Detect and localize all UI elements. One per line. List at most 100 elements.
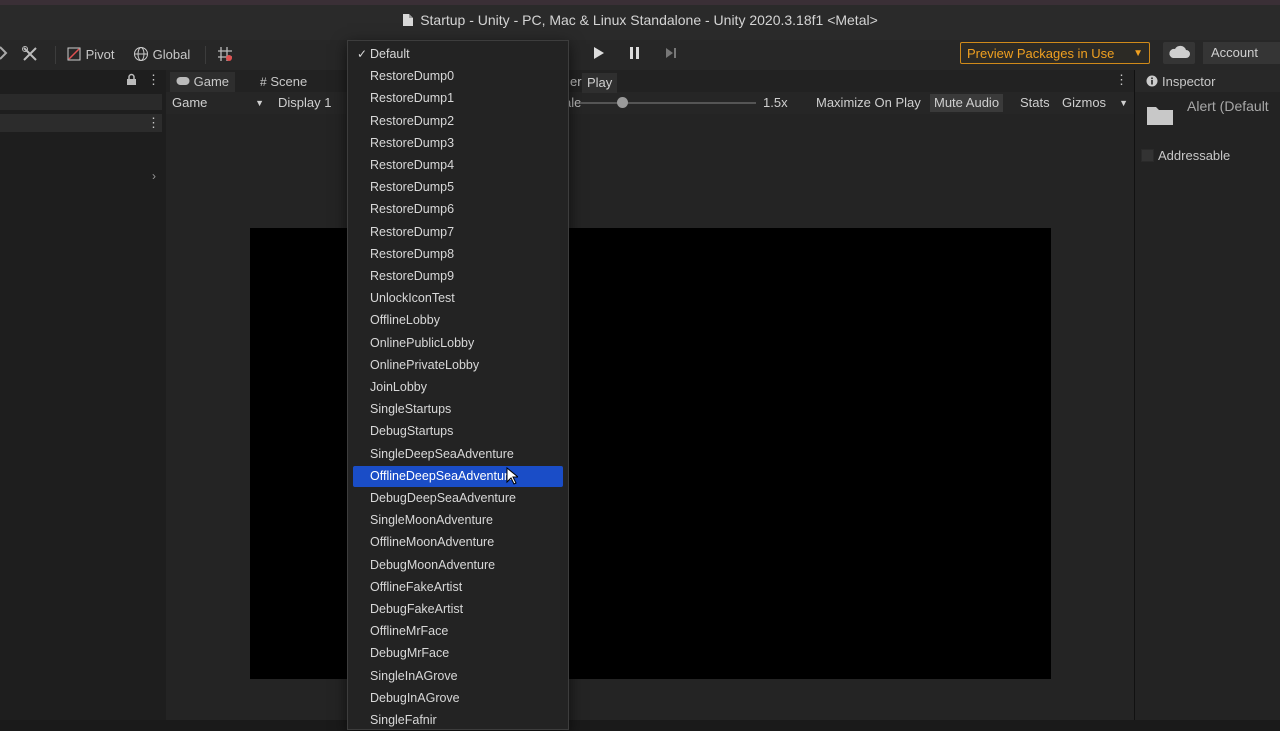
mute-audio-label: Mute Audio [934,95,1000,110]
scale-slider-thumb[interactable] [617,97,628,108]
tab-game-label: Game [193,74,230,89]
dropdown-item[interactable]: RestoreDump6 [353,199,563,220]
dropdown-item-label: OfflineDeepSeaAdventure [370,468,516,483]
dropdown-item[interactable]: SingleFafnir [353,710,563,731]
dropdown-item-label: SingleStartups [370,402,452,417]
dropdown-item-label: OfflineFakeArtist [370,579,463,594]
dropdown-item-label: RestoreDump0 [370,69,455,84]
dropdown-item[interactable]: RestoreDump0 [353,66,563,87]
title-bar: Startup - Unity - PC, Mac & Linux Standa… [0,0,1280,40]
dropdown-item[interactable]: DebugStartups [353,421,563,442]
dropdown-item[interactable]: OfflineFakeArtist [353,577,563,598]
addressable-checkbox[interactable] [1141,149,1154,162]
pause-button[interactable] [628,45,642,65]
dropdown-item[interactable]: OfflineMrFace [353,621,563,642]
dropdown-item[interactable]: SingleInAGrove [353,666,563,687]
dropdown-item-label: UnlockIconTest [370,291,455,306]
hierarchy-search-input[interactable] [0,94,162,110]
dropdown-item-label: Default [370,47,410,61]
gizmos-dropdown[interactable]: Gizmos ▼ [1062,94,1128,112]
play-tooltip: Play [582,73,618,93]
dropdown-item[interactable]: DebugInAGrove [353,688,563,709]
dropdown-item[interactable]: DebugMoonAdventure [353,555,563,576]
dropdown-item[interactable]: RestoreDump7 [353,222,563,243]
dropdown-item-label: SingleInAGrove [370,668,458,683]
dropdown-item[interactable]: JoinLobby [353,377,563,398]
chevron-down-icon: ▼ [255,98,264,108]
dropdown-item[interactable]: SingleMoonAdventure [353,510,563,531]
more-menu-icon[interactable]: ⋮ [147,115,160,131]
play-button[interactable] [592,45,606,65]
folder-icon [1146,104,1174,131]
account-label: Account [1211,45,1258,60]
dropdown-item[interactable]: DebugMrFace [353,643,563,664]
scale-value: 1.5x [763,95,788,110]
document-icon [402,13,414,30]
mute-audio-toggle[interactable]: Mute Audio [930,94,1004,112]
dropdown-item[interactable]: RestoreDump8 [353,244,563,265]
dropdown-item[interactable]: OnlinePublicLobby [353,333,563,354]
stats-toggle[interactable]: Stats [1020,94,1050,112]
scale-slider-track[interactable] [580,102,756,104]
dropdown-item[interactable]: UnlockIconTest [353,288,563,309]
global-button[interactable]: Global [133,45,190,65]
preview-packages-button[interactable]: Preview Packages in Use ▼ [960,42,1150,64]
transform-tool-icon[interactable] [0,45,8,65]
lock-icon[interactable] [126,73,137,91]
step-button[interactable] [664,45,678,65]
dropdown-item[interactable]: RestoreDump5 [353,177,563,198]
dropdown-item[interactable]: OfflineMoonAdventure [353,532,563,553]
dropdown-item[interactable]: SingleDeepSeaAdventure [353,444,563,465]
dropdown-item[interactable]: DebugFakeArtist [353,599,563,620]
dropdown-item-label: RestoreDump7 [370,224,455,239]
dropdown-item[interactable]: RestoreDump1 [353,88,563,109]
dropdown-item[interactable]: RestoreDump2 [353,111,563,132]
dropdown-item[interactable]: RestoreDump9 [353,266,563,287]
account-dropdown[interactable]: Account [1203,42,1280,64]
dropdown-item[interactable]: RestoreDump4 [353,155,563,176]
maximize-on-play-toggle[interactable]: Maximize On Play [816,94,921,112]
dropdown-item[interactable]: OnlinePrivateLobby [353,355,563,376]
more-menu-icon[interactable]: ⋮ [147,72,160,88]
tab-game[interactable]: Game [170,72,236,92]
dropdown-item[interactable]: OfflineLobby [353,310,563,331]
game-view-select[interactable]: Game ▼ [172,94,264,112]
maximize-on-play-label: Maximize On Play [816,95,921,110]
dropdown-item-label: OfflineMoonAdventure [370,535,495,550]
more-menu-icon[interactable]: ⋮ [1115,72,1128,88]
dropdown-item-label: SingleDeepSeaAdventure [370,446,514,461]
chevron-down-icon: ▼ [1119,98,1128,108]
display-select[interactable]: Display 1 [278,94,331,112]
gizmos-label: Gizmos [1062,95,1107,110]
pivot-button[interactable]: Pivot [66,45,115,65]
dropdown-item-label: RestoreDump4 [370,158,455,172]
dropdown-item-label: RestoreDump3 [370,135,455,150]
dropdown-item[interactable]: ✓ Default [353,44,563,65]
dropdown-item-label: JoinLobby [370,380,427,394]
window-title: Startup - Unity - PC, Mac & Linux Standa… [0,12,1280,30]
dropdown-item[interactable]: RestoreDump3 [353,133,563,154]
inspector-object-name: Alert (Default [1187,98,1269,114]
dropdown-item-label: DebugMrFace [370,646,450,661]
chevron-right-icon[interactable]: › [152,169,156,183]
pause-icon [630,47,639,59]
tab-scene-label: Scene [270,74,308,89]
window-title-text: Startup - Unity - PC, Mac & Linux Standa… [420,12,878,28]
cloud-button[interactable] [1163,42,1195,64]
pivot-icon [67,47,81,61]
dropdown-item-label: RestoreDump2 [370,113,455,128]
play-icon [594,47,604,59]
dropdown-item[interactable]: SingleStartups [353,399,563,420]
tab-partial-label: er [570,74,582,89]
dropdown-item[interactable]: DebugDeepSeaAdventure [353,488,563,509]
cloud-icon [1169,45,1190,58]
stats-label: Stats [1020,95,1050,110]
grid-snap-icon[interactable] [216,45,234,65]
inspector-tab[interactable]: Inspector [1135,70,1280,92]
dropdown-item[interactable]: OfflineDeepSeaAdventure [353,465,563,487]
hierarchy-header-row[interactable]: ⋮ [0,114,162,132]
info-icon [1146,74,1158,92]
preview-packages-label: Preview Packages in Use [967,46,1115,61]
tab-scene[interactable]: # Scene [254,72,313,92]
custom-tool-icon[interactable] [21,45,39,65]
